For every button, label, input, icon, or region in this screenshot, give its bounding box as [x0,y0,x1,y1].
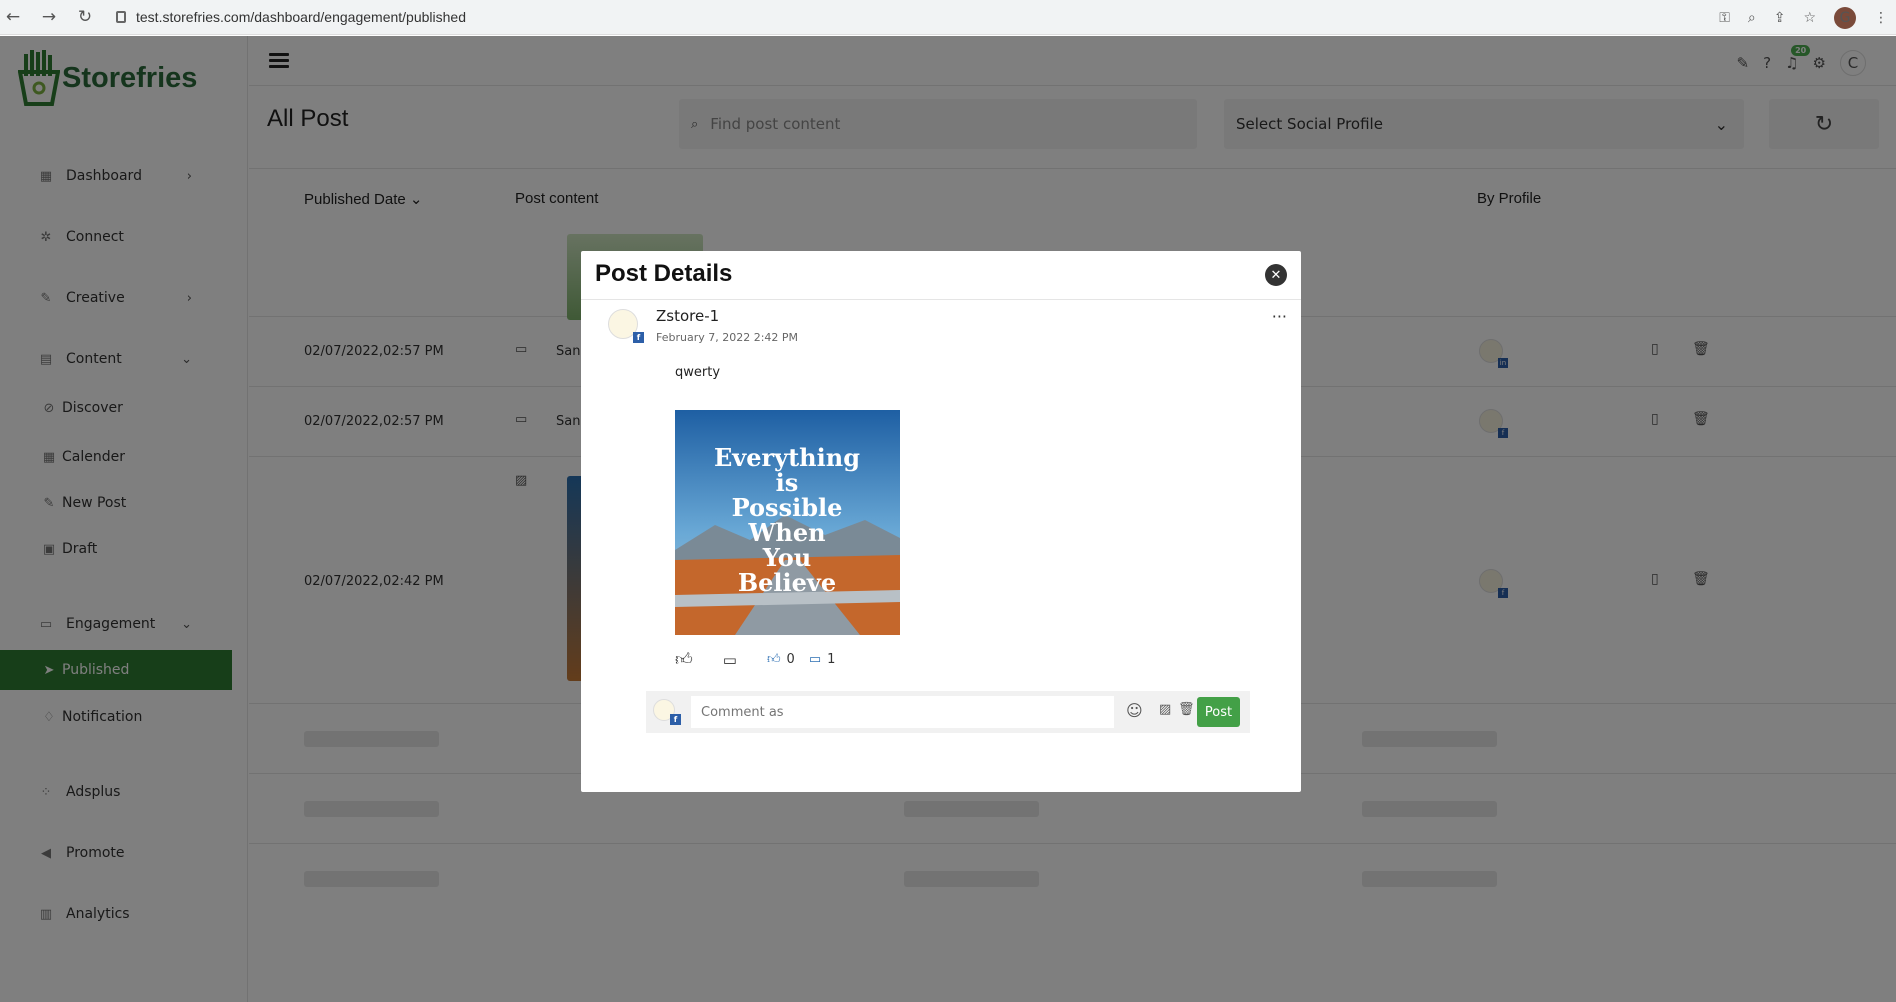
browser-profile-avatar[interactable]: G [1834,7,1856,29]
lock-icon [116,11,126,23]
like-button[interactable]: 👍︎ [675,649,693,670]
back-icon[interactable]: ← [4,7,22,27]
reload-icon[interactable]: ↻ [76,7,94,27]
browser-toolbar: ← → ↻ test.storefries.com/dashboard/enga… [0,0,1896,35]
browser-menu-icon[interactable]: ⋮ [1874,10,1888,26]
author-avatar: f [608,309,644,343]
close-button[interactable]: ✕ [1265,264,1287,286]
star-icon[interactable]: ☆ [1803,10,1816,26]
post-timestamp: February 7, 2022 2:42 PM [656,331,799,344]
comment-icon: ▭ [808,652,822,667]
commenter-avatar: f [653,699,681,725]
comment-button[interactable]: ▭ [723,651,737,669]
like-count: 👍︎ 0 [766,652,795,667]
forward-icon[interactable]: → [40,7,58,27]
facebook-icon: f [633,332,644,343]
emoji-icon[interactable]: ☺ [1126,701,1143,720]
image-upload-icon[interactable]: ▨ [1159,702,1171,717]
comment-bar: f ☺ ▨ 🗑 Post [646,691,1250,733]
post-text: qwerty [675,365,721,380]
thumbs-up-icon: 👍︎ [766,652,781,667]
share-icon[interactable]: ⇪ [1774,10,1786,26]
post-details-modal: Post Details ✕ f Zstore-1 February 7, 20… [581,251,1301,792]
modal-title: Post Details [595,260,733,287]
facebook-icon: f [670,714,681,725]
zoom-icon[interactable]: ⌕ [1748,10,1756,26]
post-actions: 👍︎ ▭ 👍︎ 0 ▭ 1 [675,649,835,670]
image-caption-line: Believe [738,568,836,597]
comment-input[interactable] [691,696,1114,728]
comment-count: ▭ 1 [808,652,836,667]
post-comment-button[interactable]: Post [1197,697,1240,727]
key-icon[interactable]: ⚿ [1719,10,1730,26]
more-options-icon[interactable]: ··· [1272,307,1287,326]
thumbs-up-icon: 👍︎ [675,650,693,670]
url-text: test.storefries.com/dashboard/engagement… [136,9,466,25]
address-bar[interactable]: test.storefries.com/dashboard/engagement… [116,9,466,25]
close-icon: ✕ [1270,267,1282,283]
trash-icon[interactable]: 🗑 [1178,702,1195,717]
post-image: Everything is Possible When You Believe [675,410,900,635]
modal-header: Post Details ✕ [581,251,1301,300]
author-name: Zstore-1 [656,307,720,325]
comment-icon: ▭ [722,650,737,669]
